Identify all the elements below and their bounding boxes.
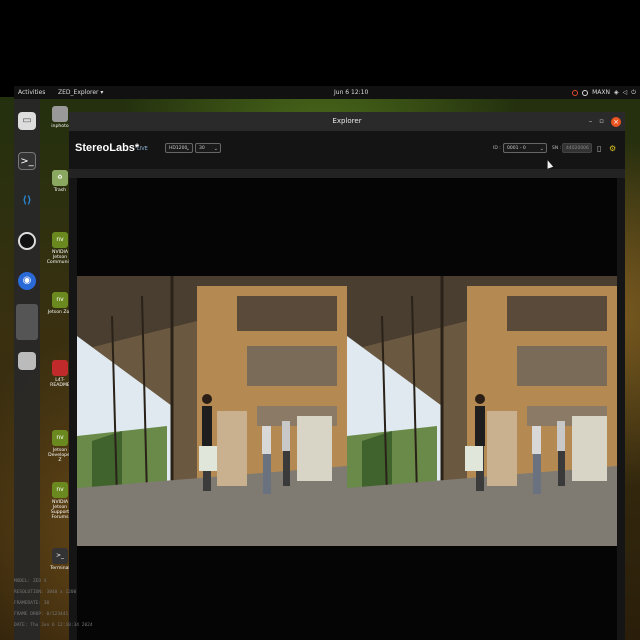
info-resolution: RESOLUTION: 3840 x 1200: [14, 590, 77, 595]
explorer-toolbar: StereoLabs* LIVE HD1200 ⌄ 30 ⌄ ID : 0001…: [69, 131, 625, 169]
trash-icon: ♻: [52, 170, 68, 186]
sn-label: SN :: [552, 146, 562, 151]
right-camera-frame: [347, 276, 617, 546]
volume-icon[interactable]: ◁: [623, 86, 628, 99]
left-camera-view: [77, 276, 347, 546]
power-mode-icon[interactable]: [582, 89, 589, 96]
minimize-icon[interactable]: –: [589, 116, 593, 127]
dock: ▭ >_ ⟨⟩ ◉: [14, 99, 40, 640]
info-framerate: FRAMERATE: 30: [14, 601, 50, 606]
clock[interactable]: Jun 6 12:10: [334, 86, 368, 99]
obs-icon[interactable]: [18, 232, 36, 250]
system-tray[interactable]: MAXN ◈ ◁ ⏻: [572, 86, 636, 99]
toolbar-divider: [69, 169, 625, 178]
left-camera-frame: [77, 276, 347, 546]
fps-select[interactable]: 30 ⌄: [195, 143, 221, 153]
info-date: DATE: Thu Jun 6 12:10:34 2024: [14, 623, 93, 628]
nvidia-icon: nv: [52, 232, 68, 248]
power-mode-label: MAXN: [592, 89, 610, 96]
stream-info-panel: MODEL: ZED X RESOLUTION: 3840 x 1200 FRA…: [14, 576, 93, 631]
chevron-down-icon: ⌄: [185, 146, 190, 152]
fps-select-value: 30: [199, 146, 205, 151]
desktop-icon-label: inphoto: [51, 124, 69, 129]
zed-explorer-window: Explorer – ▫ × StereoLabs* LIVE HD1200 ⌄…: [69, 112, 625, 640]
screen-letterbox-top: [0, 0, 640, 86]
id-label: ID :: [493, 146, 501, 151]
info-model: MODEL: ZED X: [14, 579, 47, 584]
update-icon[interactable]: [572, 89, 579, 96]
nvidia-icon: nv: [52, 482, 68, 498]
right-camera-view: [347, 276, 617, 546]
desktop-icon-label: NVIDIA Jetson Support Forums: [50, 500, 70, 520]
chevron-down-icon: ⌄: [539, 146, 544, 152]
vscode-icon[interactable]: ⟨⟩: [18, 192, 36, 210]
desktop-icon-label: L4T-README: [50, 378, 70, 388]
files-icon[interactable]: ▭: [18, 112, 36, 130]
power-icon[interactable]: ⏻: [631, 86, 636, 99]
drive-icon[interactable]: [18, 352, 36, 370]
terminal-icon[interactable]: >_: [18, 152, 36, 170]
zed-explorer-icon[interactable]: [16, 304, 38, 340]
serial-number-value: 44020006: [566, 146, 589, 151]
folder-icon: [52, 106, 68, 122]
nvidia-icon: nv: [52, 292, 68, 308]
video-stage: [77, 178, 617, 640]
settings-gear-icon[interactable]: ⚙: [609, 144, 617, 153]
nvidia-icon: nv: [52, 430, 68, 446]
app-menu[interactable]: ZED_Explorer ▾: [58, 86, 103, 99]
network-icon[interactable]: ◈: [614, 86, 619, 99]
maximize-icon[interactable]: ▫: [599, 116, 604, 127]
desktop-icon-label: Terminal: [50, 566, 70, 571]
camera-id-select[interactable]: 0001 - 0 ⌄: [503, 143, 547, 153]
activities-button[interactable]: Activities: [18, 86, 45, 99]
chevron-down-icon: ⌄: [213, 146, 218, 152]
window-titlebar[interactable]: Explorer – ▫ ×: [69, 112, 625, 131]
system-top-bar: Activities ZED_Explorer ▾ Jun 6 12:10 MA…: [14, 86, 640, 99]
record-icon[interactable]: ▯: [597, 144, 605, 153]
brand-logo: StereoLabs*: [75, 142, 140, 154]
folder-icon: [52, 360, 68, 376]
window-title: Explorer: [332, 117, 362, 125]
desktop-icon-label: Trash: [53, 188, 67, 193]
close-icon[interactable]: ×: [611, 116, 621, 127]
terminal-icon: >_: [52, 548, 68, 564]
resolution-select[interactable]: HD1200 ⌄: [165, 143, 193, 153]
resolution-select-value: HD1200: [169, 146, 188, 151]
serial-number-field: 44020006: [562, 143, 592, 153]
live-badge: LIVE: [137, 146, 148, 152]
chromium-icon[interactable]: ◉: [18, 272, 36, 290]
info-frame-drop: FRAME DROP: 0/123441: [14, 612, 69, 617]
camera-id-select-value: 0001 - 0: [507, 146, 526, 151]
